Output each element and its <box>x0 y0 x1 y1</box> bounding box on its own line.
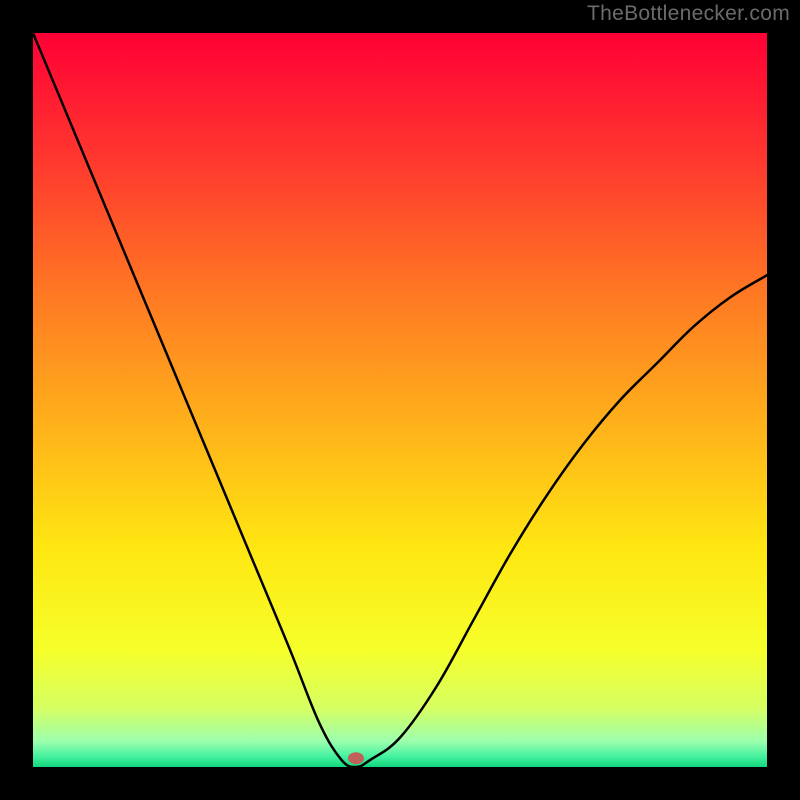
bottleneck-chart <box>0 0 800 800</box>
plot-background <box>33 33 767 767</box>
watermark-text: TheBottlenecker.com <box>587 2 790 26</box>
optimal-marker <box>348 752 364 764</box>
